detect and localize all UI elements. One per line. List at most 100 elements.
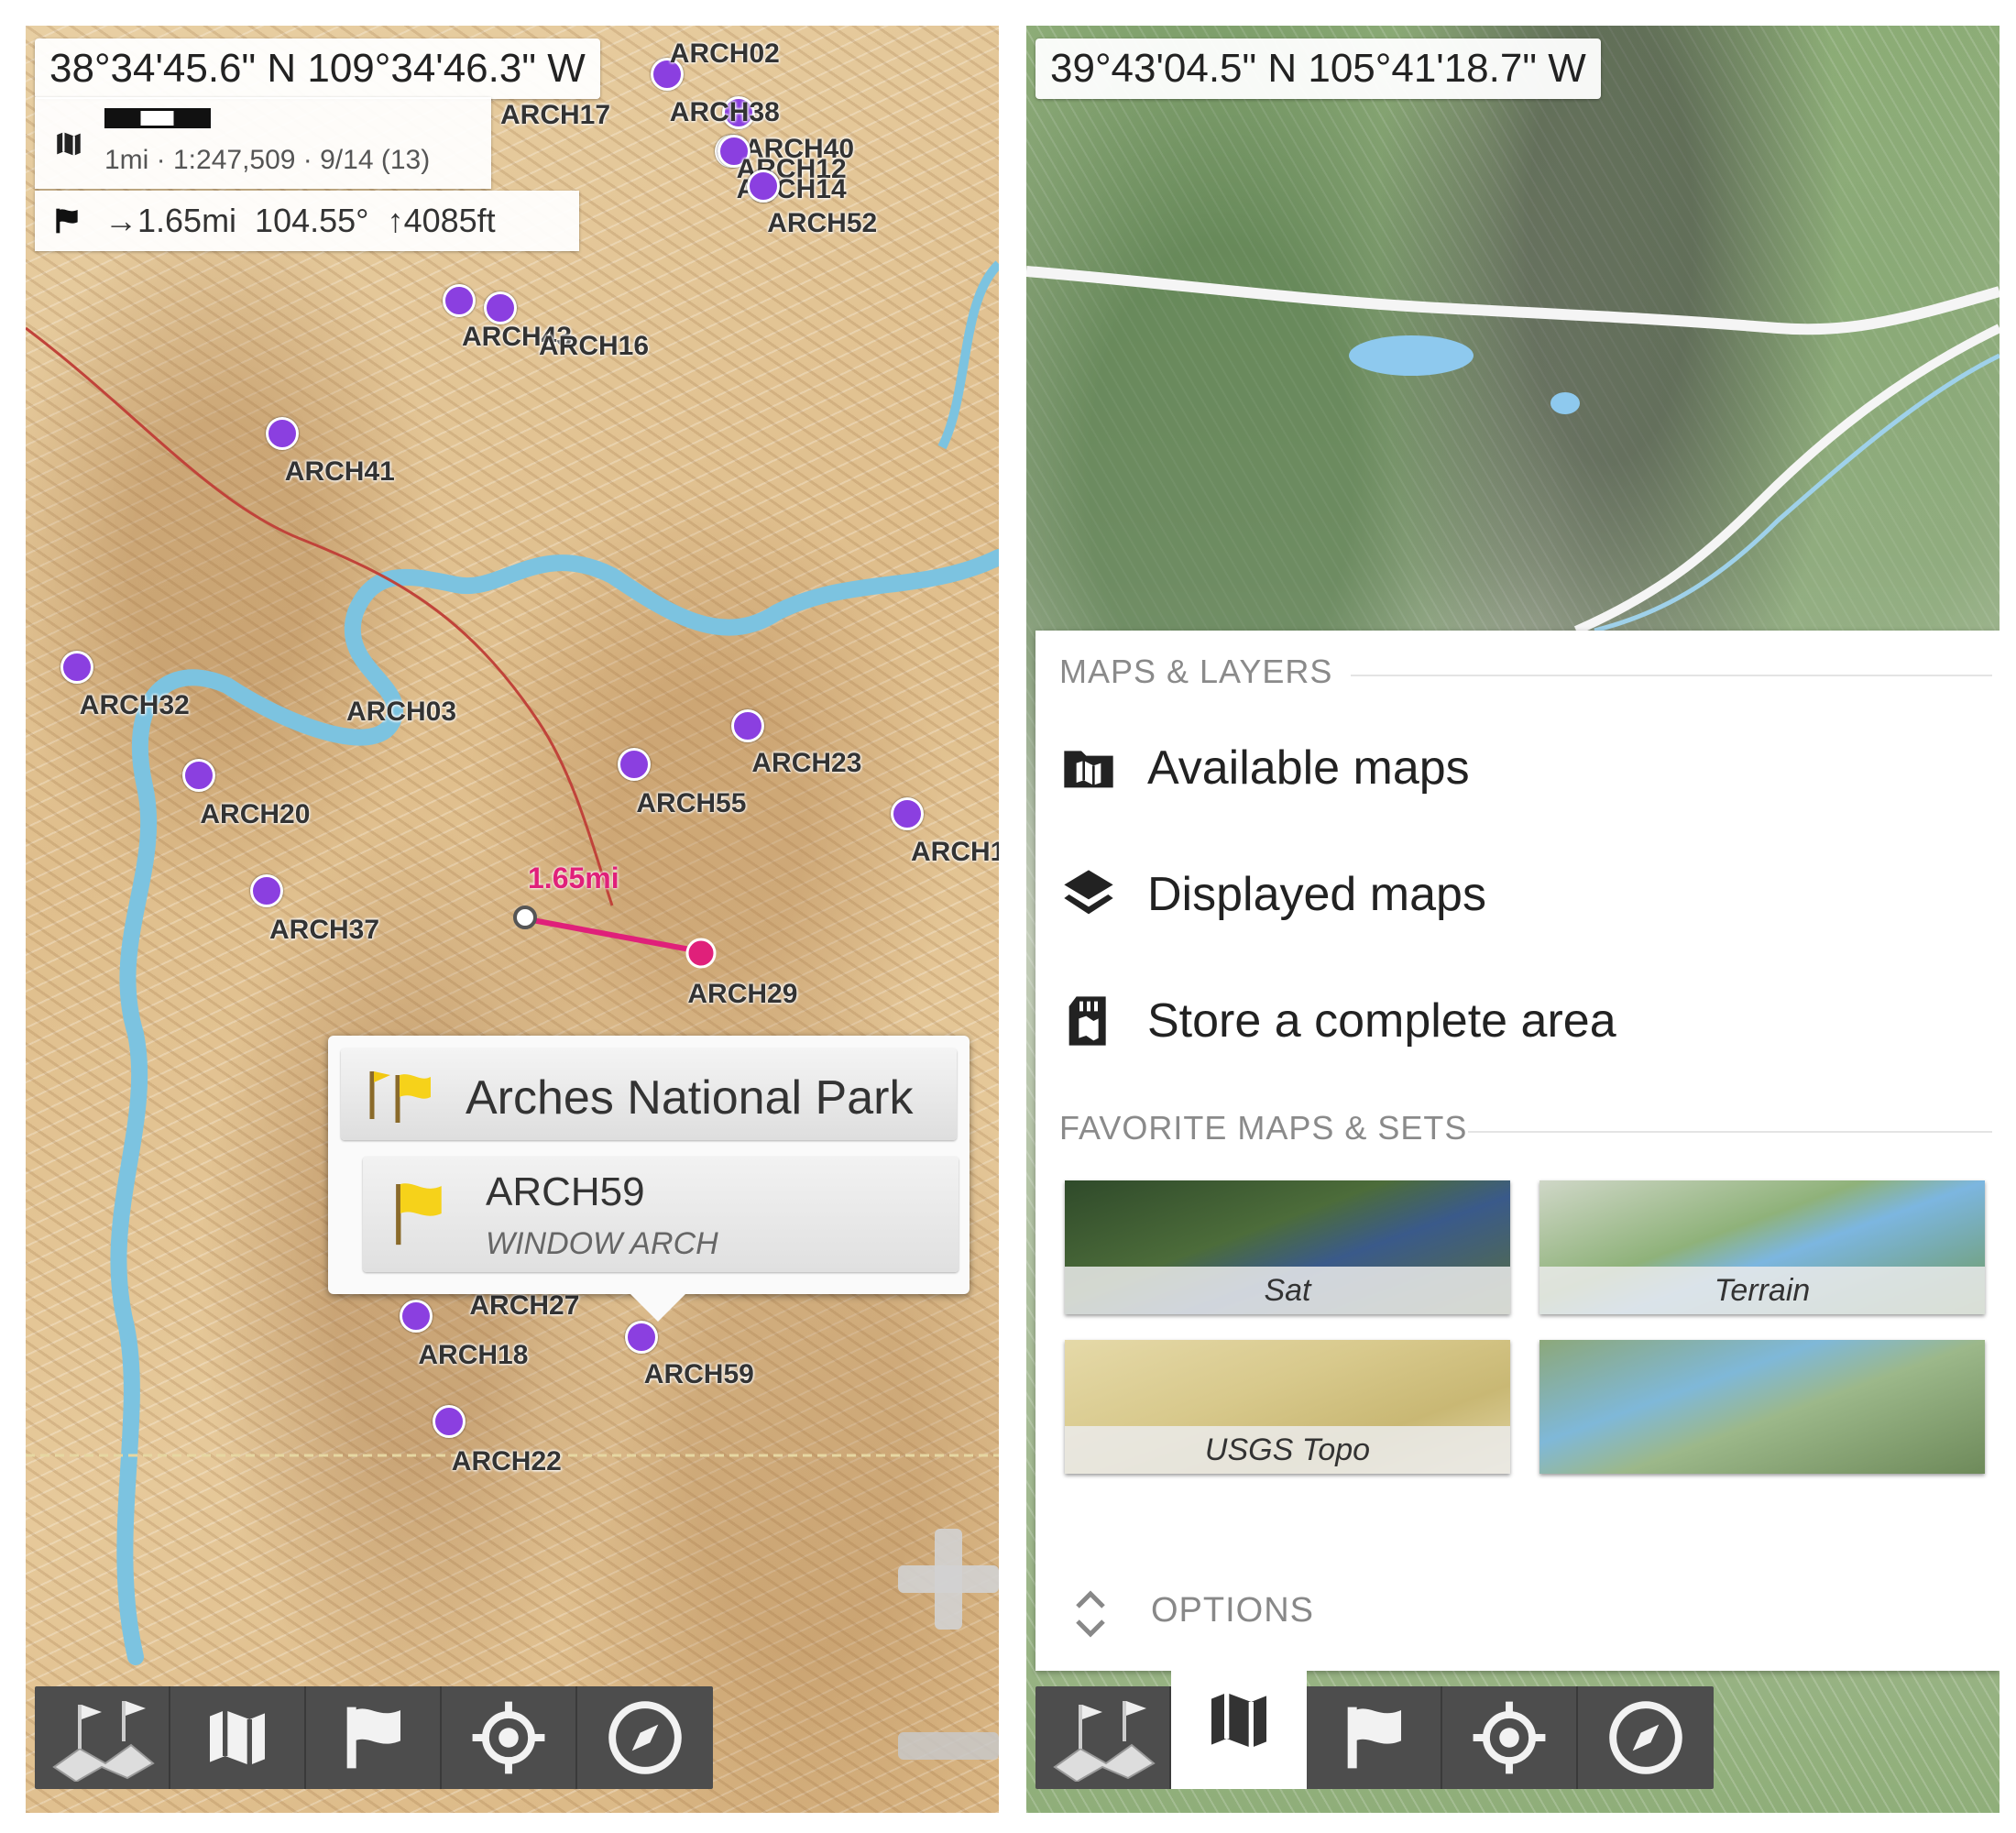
- waypoint-marker[interactable]: [182, 758, 215, 792]
- favorite-terrain[interactable]: Terrain: [1539, 1180, 1985, 1314]
- folder-map-icon: [1064, 751, 1113, 788]
- menu-displayed-maps[interactable]: Displayed maps: [1059, 845, 1976, 946]
- toolbar-maps[interactable]: [170, 1686, 306, 1789]
- waypoint-marker[interactable]: [484, 291, 517, 324]
- waypoint-marker[interactable]: [399, 1300, 433, 1334]
- map-icon: [57, 132, 81, 156]
- waypoint-label[interactable]: ARCH02: [670, 38, 780, 70]
- waypoint-popup: Arches National Park ARCH59 WINDOW ARCH: [328, 1036, 970, 1322]
- waypoint-label[interactable]: ARCH20: [200, 799, 310, 830]
- waypoint-marker[interactable]: [266, 417, 299, 451]
- map-icon: [210, 1710, 265, 1765]
- toolbar-location[interactable]: [1442, 1686, 1578, 1789]
- coordinates-box: 39°43'04.5" N 105°41'18.7" W: [1035, 38, 1601, 99]
- waypoint-label[interactable]: ARCH23: [751, 748, 861, 779]
- waypoint-marker[interactable]: [60, 651, 93, 684]
- compass-icon: [608, 1701, 682, 1774]
- sd-card-icon: [1068, 996, 1106, 1046]
- favorite-label: Sat: [1065, 1267, 1510, 1314]
- toolbar-maps-overview[interactable]: [35, 1686, 170, 1789]
- chevron-up-down-icon: [1076, 1590, 1105, 1638]
- lake: [1349, 335, 1474, 376]
- highway: [1026, 266, 2000, 335]
- toolbar-compass[interactable]: [1578, 1686, 1714, 1789]
- coordinates-text: 39°43'04.5" N 105°41'18.7" W: [1050, 46, 1586, 91]
- scale-bar: [104, 108, 211, 128]
- compass-icon: [1609, 1701, 1682, 1774]
- flag-icon: [1347, 1707, 1401, 1769]
- maps-layers-sheet: MAPS & LAYERS Available maps Displayed m…: [1035, 631, 2000, 1671]
- waypoint-label[interactable]: ARCH17: [500, 100, 610, 131]
- waypoint-label[interactable]: ARCH32: [80, 690, 190, 721]
- toolbar-waypoints[interactable]: [1307, 1686, 1442, 1789]
- divider: [1351, 675, 1992, 676]
- waypoint-label[interactable]: ARCH03: [346, 697, 456, 728]
- flag-icon: [396, 1183, 442, 1246]
- menu-label: Store a complete area: [1147, 994, 1616, 1048]
- favorite-usgs-topo[interactable]: USGS Topo: [1065, 1340, 1510, 1474]
- waypoint-label[interactable]: ARCH1: [911, 837, 999, 868]
- waypoint-marker[interactable]: [747, 170, 780, 203]
- menu-label: Available maps: [1147, 741, 1470, 795]
- favorite-label: USGS Topo: [1065, 1426, 1510, 1474]
- waypoint-label[interactable]: ARCH55: [636, 788, 746, 819]
- pond: [1550, 392, 1580, 414]
- favorite-sat[interactable]: Sat: [1065, 1180, 1510, 1314]
- toolbar-compass[interactable]: [577, 1686, 713, 1789]
- right-map-screen: 39°43'04.5" N 105°41'18.7" W MAPS & LAYE…: [1026, 26, 2000, 1813]
- location-target-icon: [472, 1701, 545, 1774]
- section-header-favorites: FAVORITE MAPS & SETS: [1059, 1109, 1468, 1147]
- scale-box[interactable]: 1mi · 1:247,509 · 9/14 (13): [35, 97, 491, 189]
- bottom-toolbar: [1035, 1652, 1714, 1789]
- waypoint-marker[interactable]: [731, 709, 765, 743]
- road-line: [26, 326, 614, 906]
- scale-text: 1mi · 1:247,509 · 9/14 (13): [104, 145, 431, 175]
- waypoint-label[interactable]: ARCH41: [285, 456, 395, 488]
- toolbar-waypoints[interactable]: [306, 1686, 442, 1789]
- waypoint-marker[interactable]: [443, 283, 477, 317]
- maps-overview-icon: [1053, 1701, 1156, 1782]
- waypoint-marker[interactable]: [433, 1405, 466, 1439]
- waypoint-marker[interactable]: [617, 748, 651, 782]
- waypoint-label[interactable]: ARCH16: [539, 331, 649, 362]
- map-icon: [1211, 1693, 1266, 1748]
- zoom-out-button[interactable]: [898, 1732, 999, 1760]
- waypoint-label[interactable]: ARCH37: [269, 915, 379, 946]
- popup-header[interactable]: Arches National Park: [341, 1048, 957, 1140]
- coordinates-box: 38°34'45.6" N 109°34'46.3" W: [35, 38, 600, 99]
- waypoint-label[interactable]: ARCH22: [452, 1446, 562, 1477]
- divider: [1468, 1131, 1992, 1133]
- map-overlay: [26, 260, 999, 1665]
- waypoint-marker[interactable]: [890, 796, 924, 830]
- highway-branch: [1573, 324, 2000, 631]
- distance-label: 1.65mi: [528, 862, 619, 895]
- menu-available-maps[interactable]: Available maps: [1059, 719, 1976, 819]
- waypoint-label[interactable]: ARCH38: [670, 97, 780, 128]
- menu-label: Displayed maps: [1147, 868, 1486, 921]
- navigation-box[interactable]: →1.65mi 104.55° ↑4085ft: [35, 191, 579, 251]
- popup-waypoint-item[interactable]: ARCH59 WINDOW ARCH: [363, 1157, 959, 1272]
- waypoint-marker[interactable]: [250, 873, 284, 907]
- options-label: OPTIONS: [1151, 1591, 1315, 1630]
- toolbar-maps-overview[interactable]: [1035, 1686, 1171, 1789]
- coordinates-text: 38°34'45.6" N 109°34'46.3" W: [49, 46, 586, 91]
- section-header-maps-layers: MAPS & LAYERS: [1059, 653, 1333, 690]
- toolbar-location[interactable]: [442, 1686, 577, 1789]
- popup-item-description: WINDOW ARCH: [486, 1226, 718, 1261]
- river-tributary: [937, 260, 999, 450]
- route-end-marker: [685, 938, 717, 969]
- waypoint-label[interactable]: ARCH27: [469, 1290, 579, 1322]
- favorite-map-set[interactable]: [1539, 1340, 1985, 1474]
- waypoint-label[interactable]: ARCH29: [687, 979, 797, 1010]
- menu-store-area[interactable]: Store a complete area: [1059, 971, 1976, 1072]
- waypoint-label[interactable]: ARCH18: [418, 1340, 528, 1371]
- zoom-in-button[interactable]: [898, 1529, 999, 1630]
- flag-icon: [56, 208, 78, 234]
- toolbar-maps[interactable]: [1171, 1652, 1307, 1789]
- double-flag-icon: [369, 1071, 431, 1123]
- waypoint-label[interactable]: ARCH52: [767, 208, 877, 239]
- waypoint-label[interactable]: ARCH59: [644, 1359, 754, 1390]
- popup-item-name: ARCH59: [486, 1169, 645, 1214]
- waypoint-marker[interactable]: [625, 1320, 658, 1354]
- layers-icon: [1064, 870, 1113, 915]
